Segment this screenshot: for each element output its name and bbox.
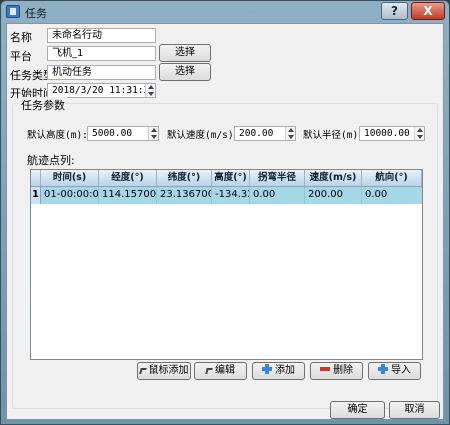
edit-label: 编辑 xyxy=(215,365,235,376)
default-height-field[interactable]: 5000.00 xyxy=(87,126,159,141)
cell-heading[interactable]: 0.00 xyxy=(362,187,422,204)
cursor-icon xyxy=(138,368,147,374)
default-radius-field[interactable]: 10000.00 xyxy=(359,126,425,141)
default-speed-field[interactable]: 200.00 xyxy=(234,126,296,141)
default-speed-value: 200.00 xyxy=(239,128,274,139)
table-header: 时间(s) 经度(°) 纬度(°) 高度(°) 拐弯半径(m) 速度(m/s) … xyxy=(31,170,422,199)
edit-button[interactable]: 编辑 xyxy=(194,362,247,380)
minus-icon xyxy=(320,367,330,371)
default-speed-spinner[interactable] xyxy=(285,127,295,140)
cell-speed[interactable]: 200.00 xyxy=(305,187,362,204)
import-icon xyxy=(378,364,388,374)
edit-icon xyxy=(205,368,213,374)
col-speed[interactable]: 速度(m/s) xyxy=(305,170,362,187)
name-label: 名称 xyxy=(10,31,32,44)
cell-latitude[interactable]: 23.136700 xyxy=(157,187,212,204)
mouse-add-label: 鼠标添加 xyxy=(148,365,189,376)
row-number[interactable]: 1 xyxy=(31,187,41,204)
title-bar[interactable]: 任务 ? X xyxy=(1,1,449,23)
table-row[interactable]: 01-00:00:00 114.157000 23.136700 -134.32… xyxy=(41,187,422,204)
col-latitude[interactable]: 纬度(°) xyxy=(157,170,212,187)
platform-field[interactable]: 飞机_1 xyxy=(47,46,156,61)
starttime-value: 2018/3/20 11:31:34 xyxy=(52,85,155,96)
task-dialog: 任务 ? X 名称 未命名行动 平台 飞机_1 选择 任务类型 机动任务 选择 … xyxy=(0,0,450,425)
help-button[interactable]: ? xyxy=(381,2,408,20)
task-params-title: 任务参数 xyxy=(19,97,67,113)
default-height-spinner[interactable] xyxy=(148,127,158,140)
cell-turn-radius[interactable]: 0.00 xyxy=(250,187,305,204)
tasktype-select-button[interactable]: 选择 xyxy=(159,63,211,81)
plus-icon xyxy=(262,364,272,374)
delete-button[interactable]: 删除 xyxy=(310,362,363,380)
platform-label: 平台 xyxy=(10,50,32,63)
row-header-corner xyxy=(31,170,41,187)
cell-time[interactable]: 01-00:00:00 xyxy=(41,187,99,204)
col-altitude[interactable]: 高度(°) xyxy=(212,170,250,187)
col-longitude[interactable]: 经度(°) xyxy=(99,170,157,187)
waypoints-table[interactable]: 时间(s) 经度(°) 纬度(°) 高度(°) 拐弯半径(m) 速度(m/s) … xyxy=(30,169,423,360)
window-title: 任务 xyxy=(25,7,47,20)
mouse-add-button[interactable]: 鼠标添加 xyxy=(137,362,191,380)
col-time[interactable]: 时间(s) xyxy=(41,170,99,187)
platform-select-button[interactable]: 选择 xyxy=(159,44,211,62)
default-radius-value: 10000.00 xyxy=(364,128,410,139)
app-icon xyxy=(6,5,20,18)
default-radius-label: 默认半径(m): xyxy=(303,130,364,141)
ok-button[interactable]: 确定 xyxy=(330,401,385,419)
cell-longitude[interactable]: 114.157000 xyxy=(99,187,157,204)
default-speed-label: 默认速度(m/s): xyxy=(167,130,240,141)
default-height-value: 5000.00 xyxy=(92,128,133,139)
cancel-button[interactable]: 取消 xyxy=(389,401,440,419)
import-label: 导入 xyxy=(391,365,411,376)
dialog-body: 名称 未命名行动 平台 飞机_1 选择 任务类型 机动任务 选择 开始时间 20… xyxy=(6,23,444,420)
name-field[interactable]: 未命名行动 xyxy=(47,28,156,43)
waypoints-label: 航迹点列: xyxy=(27,154,75,167)
delete-label: 删除 xyxy=(333,365,353,376)
import-button[interactable]: 导入 xyxy=(368,362,421,380)
default-height-label: 默认高度(m): xyxy=(27,130,88,141)
add-button[interactable]: 添加 xyxy=(252,362,305,380)
add-label: 添加 xyxy=(275,365,295,376)
cell-altitude[interactable]: -134.32 xyxy=(212,187,250,204)
close-button[interactable]: X xyxy=(411,2,445,20)
col-heading[interactable]: 航向(°) xyxy=(362,170,422,187)
col-turn-radius[interactable]: 拐弯半径(m) xyxy=(250,170,305,199)
starttime-spinner[interactable] xyxy=(145,84,155,97)
default-radius-spinner[interactable] xyxy=(414,127,424,140)
tasktype-field[interactable]: 机动任务 xyxy=(47,65,156,80)
starttime-field[interactable]: 2018/3/20 11:31:34 xyxy=(47,83,156,98)
